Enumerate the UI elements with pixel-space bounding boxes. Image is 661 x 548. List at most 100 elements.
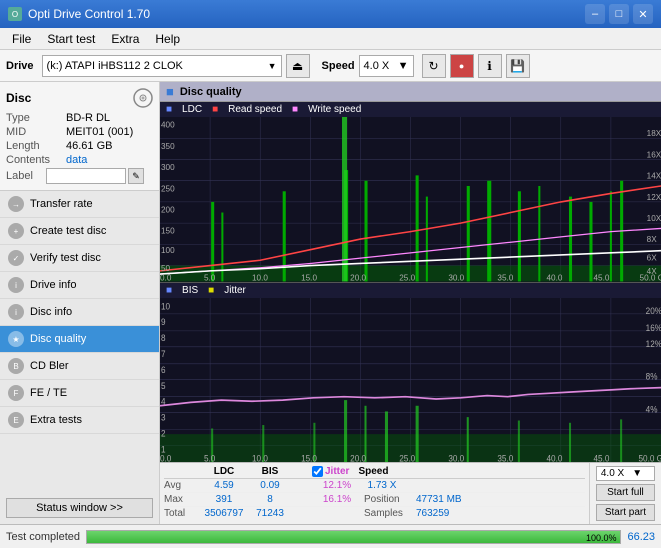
length-value: 46.61 GB [66,140,112,152]
svg-text:250: 250 [161,183,175,193]
jitter-checkbox[interactable] [312,466,323,477]
svg-text:300: 300 [161,162,175,172]
legend-ldc-label: LDC [182,104,202,115]
legend-writespeed-label: Write speed [308,104,361,115]
stats-speed-header: Speed [355,466,391,477]
legend-jitter-color: ■ [208,285,214,296]
label-input[interactable] [46,168,126,184]
ldc-chart: 18X 16X 14X 12X 10X 8X 6X 4X 400 350 300… [160,117,661,282]
avg-jitter: 12.1% [312,480,362,491]
burn-button[interactable]: ● [450,54,474,78]
info-button[interactable]: ℹ [478,54,502,78]
sidebar-label-cd-bler: CD Bler [30,360,69,372]
svg-text:15.0: 15.0 [301,272,317,281]
disc-info-icon: i [8,304,24,320]
contents-label: Contents [6,154,66,166]
menu-extra[interactable]: Extra [103,30,147,48]
legend-bis-color: ■ [166,285,172,296]
svg-text:2: 2 [161,428,166,439]
avg-label: Avg [164,480,200,491]
start-part-button[interactable]: Start part [596,504,655,521]
sidebar-item-disc-info[interactable]: i Disc info [0,299,159,326]
svg-text:6: 6 [161,364,166,375]
svg-text:8: 8 [161,332,166,343]
drive-info-icon: i [8,277,24,293]
svg-text:0.0: 0.0 [160,272,172,281]
sidebar-item-disc-quality[interactable]: ★ Disc quality [0,326,159,353]
disc-quality-header-icon: ■ [166,84,174,99]
max-bis: 8 [248,494,292,505]
start-full-button[interactable]: Start full [596,484,655,501]
svg-text:100: 100 [161,245,175,255]
mid-value: MEIT01 (001) [66,126,133,138]
sidebar-item-create-test-disc[interactable]: + Create test disc [0,218,159,245]
svg-text:10.0: 10.0 [252,272,268,281]
progress-pct: 100.0% [586,531,617,545]
maximize-button[interactable]: □ [609,4,629,24]
sidebar-item-verify-test-disc[interactable]: ✓ Verify test disc [0,245,159,272]
stats-bis-header: BIS [248,466,292,477]
samples-value: 763259 [416,508,449,519]
bis-chart: 20% 16% 12% 8% 4% 10 9 8 7 6 5 4 3 [160,298,661,463]
total-bis: 71243 [248,508,292,519]
menu-file[interactable]: File [4,30,39,48]
svg-text:25.0: 25.0 [399,452,415,462]
title-bar: O Opti Drive Control 1.70 – □ ✕ [0,0,661,28]
speed-dropdown[interactable]: 4.0 X ▼ [596,466,655,481]
menu-start-test[interactable]: Start test [39,30,103,48]
total-ldc: 3506797 [202,508,246,519]
contents-value: data [66,154,87,166]
disc-panel: Disc Type BD-R DL MID MEIT01 (001) Lengt [0,82,159,191]
legend-writespeed-color: ■ [292,104,298,115]
svg-text:50.0 GB: 50.0 GB [640,272,661,281]
refresh-button[interactable]: ↻ [422,54,446,78]
transfer-rate-icon: → [8,196,24,212]
sidebar-item-fe-te[interactable]: F FE / TE [0,380,159,407]
drive-select[interactable]: (k:) ATAPI iHBS112 2 CLOK ▼ [42,55,282,77]
sidebar-label-verify-test-disc: Verify test disc [30,252,101,264]
svg-text:45.0: 45.0 [594,452,610,462]
sidebar-label-create-test-disc: Create test disc [30,225,106,237]
legend-jitter-label: Jitter [224,285,246,296]
svg-text:30.0: 30.0 [448,452,464,462]
svg-text:12%: 12% [646,338,661,349]
max-label: Max [164,494,200,505]
label-edit-button[interactable]: ✎ [128,168,144,184]
sidebar-label-fe-te: FE / TE [30,387,67,399]
svg-text:16%: 16% [646,322,661,333]
status-window-button[interactable]: Status window >> [6,498,153,518]
svg-text:8%: 8% [646,371,658,382]
samples-label: Samples [364,508,414,519]
position-value: 47731 MB [416,494,462,505]
drive-value: (k:) ATAPI iHBS112 2 CLOK [47,60,266,72]
svg-text:4%: 4% [646,404,658,415]
svg-text:10.0: 10.0 [252,452,268,462]
sidebar-item-extra-tests[interactable]: E Extra tests [0,407,159,434]
nav-items: → Transfer rate + Create test disc ✓ Ver… [0,191,159,492]
speed-select[interactable]: 4.0 X ▼ [359,55,414,77]
sidebar: Disc Type BD-R DL MID MEIT01 (001) Lengt [0,82,160,524]
svg-text:18X: 18X [647,128,661,138]
menu-help[interactable]: Help [147,30,188,48]
sidebar-item-cd-bler[interactable]: B CD Bler [0,353,159,380]
svg-text:6X: 6X [647,252,657,262]
sidebar-label-disc-quality: Disc quality [30,333,86,345]
label-label: Label [6,170,46,182]
svg-text:20.0: 20.0 [350,272,366,281]
type-label: Type [6,112,66,124]
save-button[interactable]: 💾 [506,54,530,78]
eject-button[interactable]: ⏏ [286,54,310,78]
disc-panel-title: Disc [6,91,31,105]
app-icon: O [8,7,22,21]
svg-text:14X: 14X [647,170,661,180]
svg-text:3: 3 [161,412,166,423]
max-jitter: 16.1% [312,494,362,505]
sidebar-item-drive-info[interactable]: i Drive info [0,272,159,299]
svg-text:35.0: 35.0 [497,272,513,281]
disc-quality-header-title: Disc quality [180,86,242,98]
close-button[interactable]: ✕ [633,4,653,24]
sidebar-item-transfer-rate[interactable]: → Transfer rate [0,191,159,218]
cd-bler-icon: B [8,358,24,374]
minimize-button[interactable]: – [585,4,605,24]
svg-text:10: 10 [161,300,170,311]
